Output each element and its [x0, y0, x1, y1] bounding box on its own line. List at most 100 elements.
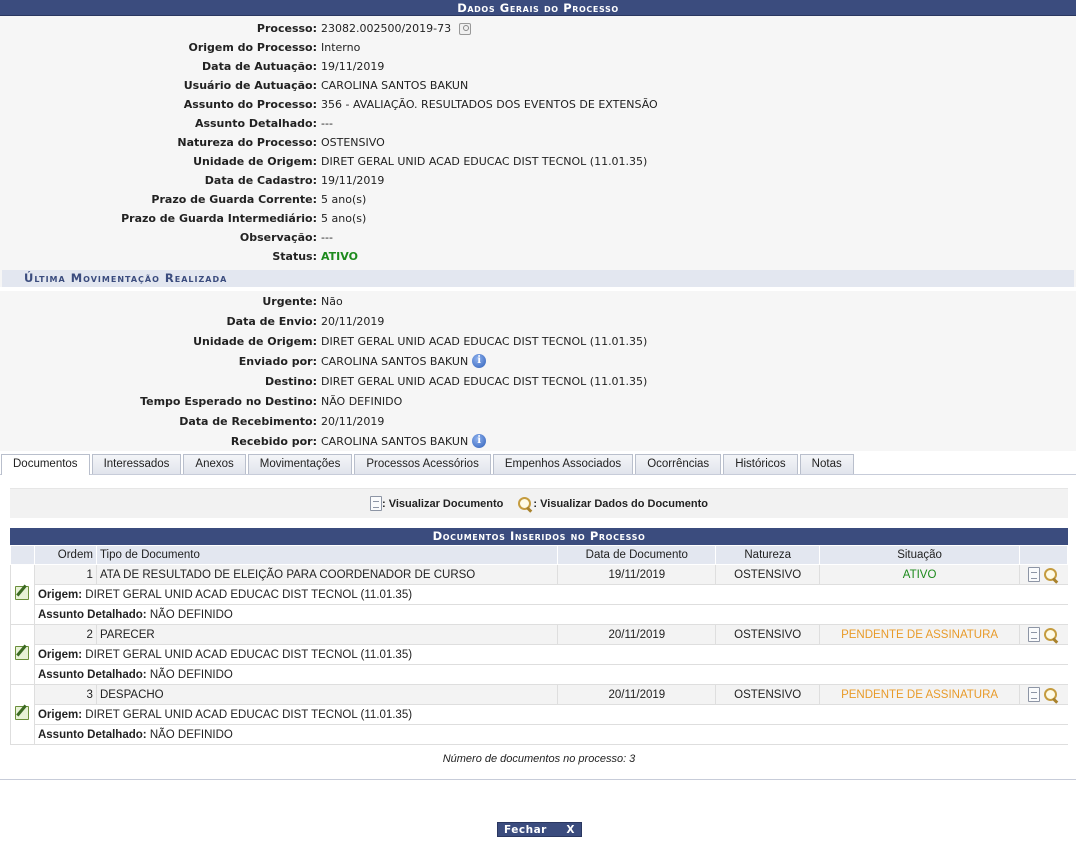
field-label: Prazo de Guarda Intermediário: [121, 212, 317, 225]
tab-processos-acessorios[interactable]: Processos Acessórios [354, 454, 491, 474]
row-actions [1019, 564, 1068, 585]
field-value: CAROLINA SANTOS BAKUN [321, 79, 469, 92]
tab-historicos[interactable]: Históricos [723, 454, 798, 474]
field-value: 19/11/2019 [321, 174, 385, 187]
info-icon[interactable]: i [472, 434, 487, 448]
col-situacao: Situação [819, 545, 1020, 565]
row-type: PARECER [95, 624, 558, 645]
magnifier-icon[interactable] [1043, 627, 1059, 643]
header-spacer [10, 545, 35, 565]
field-label: Unidade de Origem: [193, 334, 317, 348]
magnifier-icon[interactable] [1043, 567, 1059, 583]
documents-table-title: Documentos Inseridos no Processo [10, 528, 1068, 545]
field-processo: Processo: 23082.002500/2019-73 [0, 19, 1076, 38]
edit-icon[interactable] [15, 646, 30, 660]
field-label: Data de Recebimento: [179, 414, 317, 428]
mov-tempo-esperado: Tempo Esperado no Destino: NÃO DEFINIDO [0, 391, 1076, 411]
field-assunto-detalhado: Assunto Detalhado: --- [0, 114, 1076, 133]
edit-cell [10, 684, 35, 745]
row-date: 19/11/2019 [557, 564, 716, 585]
close-icon: X [566, 823, 575, 836]
field-status: Status: ATIVO [0, 247, 1076, 266]
mov-unidade-origem: Unidade de Origem: DIRET GERAL UNID ACAD … [0, 331, 1076, 351]
field-assunto: Assunto do Processo: 356 - AVALIAÇÃO. RES… [0, 95, 1076, 114]
tab-documentos[interactable]: Documentos [1, 454, 90, 475]
row-subject: NÃO DEFINIDO [149, 608, 233, 621]
movement-section: Urgente: Não Data de Envio: 20/11/2019 Uni… [0, 291, 1076, 451]
field-label: Prazo de Guarda Corrente: [151, 193, 317, 206]
col-tipo: Tipo de Documento [95, 545, 559, 565]
tab-empenhos-associados[interactable]: Empenhos Associados [492, 454, 634, 474]
row-origin: DIRET GERAL UNID ACAD EDUCAC DIST TECNOL… [85, 588, 413, 601]
edit-icon[interactable] [15, 706, 30, 720]
field-value: 23082.002500/2019-73 [321, 22, 452, 35]
field-data-autuacao: Data de Autuação: 19/11/2019 [0, 57, 1076, 76]
field-value: Não [321, 294, 343, 308]
process-person-icon[interactable] [459, 22, 472, 35]
field-label: Origem do Processo: [188, 41, 317, 54]
row-actions [1019, 624, 1068, 645]
field-prazo-corrente: Prazo de Guarda Corrente: 5 ano(s) [0, 190, 1076, 209]
info-icon[interactable]: i [472, 354, 487, 368]
field-value: DIRET GERAL UNID ACAD EDUCAC DIST TECNOL… [321, 374, 648, 388]
col-ordem: Ordem [33, 545, 97, 565]
edit-icon[interactable] [15, 586, 30, 600]
close-button[interactable]: Fechar X [497, 822, 582, 837]
document-icon[interactable] [1028, 627, 1041, 642]
field-label: Urgente: [262, 294, 317, 308]
mov-recebido-por: Recebido por: CAROLINA SANTOS BAKUN i [0, 431, 1076, 451]
document-icon[interactable] [1028, 687, 1041, 702]
row-origin-line: Origem: DIRET GERAL UNID ACAD EDUCAC DIS… [11, 584, 1068, 605]
magnifier-icon[interactable] [1043, 687, 1059, 703]
field-value: 5 ano(s) [321, 193, 367, 206]
col-natureza: Natureza [715, 545, 821, 565]
field-label: Enviado por: [238, 354, 317, 368]
table-row: 2 PARECER 20/11/2019 OSTENSIVO PENDENTE … [10, 624, 1068, 685]
edit-cell [10, 624, 35, 685]
row-date: 20/11/2019 [557, 624, 716, 645]
row-type: DESPACHO [95, 684, 558, 705]
row-nature: OSTENSIVO [715, 624, 820, 645]
mov-enviado-por: Enviado por: CAROLINA SANTOS BAKUN i [0, 351, 1076, 371]
subject-label: Assunto Detalhado: [37, 668, 147, 681]
row-subject: NÃO DEFINIDO [149, 668, 233, 681]
section-title-movement: Última Movimentação Realizada [2, 270, 1074, 287]
field-label: Status: [272, 250, 317, 263]
field-label: Data de Autuação: [202, 60, 317, 73]
field-label: Data de Envio: [226, 314, 317, 328]
row-nature: OSTENSIVO [715, 564, 820, 585]
row-status: ATIVO [819, 564, 1020, 585]
row-subject: NÃO DEFINIDO [149, 728, 233, 741]
field-data-cadastro: Data de Cadastro: 19/11/2019 [0, 171, 1076, 190]
row-nature: OSTENSIVO [715, 684, 820, 705]
documents-count: Número de documentos no processo: 3 [442, 753, 636, 765]
status-badge: ATIVO [321, 250, 358, 263]
field-value: --- [321, 231, 333, 244]
documents-table: Ordem Tipo de Documento Data de Document… [10, 545, 1068, 745]
col-actions [1019, 545, 1068, 565]
row-date: 20/11/2019 [557, 684, 716, 705]
field-label: Data de Cadastro: [204, 174, 317, 187]
field-label: Assunto do Processo: [183, 98, 317, 111]
field-prazo-intermediario: Prazo de Guarda Intermediário: 5 ano(s) [0, 209, 1076, 228]
document-icon[interactable] [1028, 567, 1041, 582]
origin-label: Origem: [37, 708, 83, 721]
tab-notas[interactable]: Notas [799, 454, 854, 474]
field-natureza: Natureza do Processo: OSTENSIVO [0, 133, 1076, 152]
origin-label: Origem: [37, 648, 83, 661]
field-value: Interno [321, 41, 361, 54]
tab-anexos[interactable]: Anexos [183, 454, 246, 474]
field-value: CAROLINA SANTOS BAKUN [321, 434, 469, 448]
table-row: 1 ATA DE RESULTADO DE ELEIÇÃO PARA COORD… [10, 564, 1068, 625]
field-value: 19/11/2019 [321, 60, 385, 73]
row-subject-line: Assunto Detalhado: NÃO DEFINIDO [11, 724, 1068, 745]
table-row: 3 DESPACHO 20/11/2019 OSTENSIVO PENDENTE… [10, 684, 1068, 745]
tab-movimentacoes[interactable]: Movimentações [247, 454, 353, 474]
field-unidade-origem: Unidade de Origem: DIRET GERAL UNID ACAD … [0, 152, 1076, 171]
field-label: Natureza do Processo: [177, 136, 317, 149]
field-value: CAROLINA SANTOS BAKUN [321, 354, 469, 368]
row-actions [1019, 684, 1068, 705]
tab-interessados[interactable]: Interessados [91, 454, 182, 474]
tab-ocorrencias[interactable]: Ocorrências [635, 454, 722, 474]
mov-data-recebimento: Data de Recebimento: 20/11/2019 [0, 411, 1076, 431]
